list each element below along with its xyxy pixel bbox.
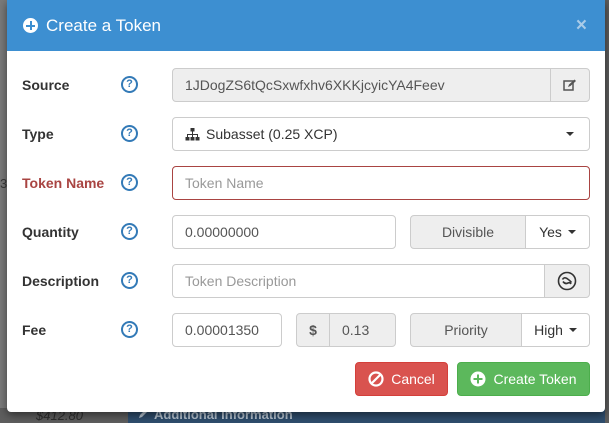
divisible-label: Divisible	[410, 215, 526, 249]
ban-icon	[368, 371, 384, 387]
divisible-dropdown[interactable]: Yes	[525, 215, 590, 249]
source-value: 1JDogZS6tQcSxwfxhv6XKKjcyicYA4Feev	[185, 77, 445, 93]
token-name-input[interactable]: Token Name	[172, 166, 590, 200]
divisible-value: Yes	[539, 224, 562, 240]
question-circle-icon[interactable]: ?	[121, 321, 138, 338]
quantity-input[interactable]: 0.00000000	[172, 215, 396, 249]
quantity-label: Quantity	[22, 224, 79, 240]
chevron-down-icon	[566, 132, 574, 136]
fee-usd-value: 0.13	[342, 322, 370, 338]
create-token-modal: Create a Token × Source ? 1JDogZS6tQcSxw…	[7, 0, 605, 412]
background-strip	[605, 0, 609, 423]
type-value: Subasset (0.25 XCP)	[206, 126, 338, 142]
modal-title: Create a Token	[46, 15, 161, 35]
priority-dropdown[interactable]: High	[521, 313, 590, 347]
fee-row: Fee ? 0.00001350 $ 0.13 Priority High	[7, 313, 605, 347]
token-name-placeholder: Token Name	[185, 175, 264, 191]
link-icon	[557, 271, 577, 291]
type-select[interactable]: Subasset (0.25 XCP)	[172, 117, 590, 151]
cancel-button[interactable]: Cancel	[355, 362, 448, 396]
create-token-label: Create Token	[493, 371, 577, 387]
chevron-down-icon	[568, 328, 577, 332]
question-circle-icon[interactable]: ?	[121, 174, 138, 191]
description-link-button[interactable]	[544, 264, 590, 298]
priority-label: Priority	[410, 313, 522, 347]
priority-value: High	[534, 322, 563, 338]
plus-circle-icon	[470, 371, 486, 387]
description-label: Description	[22, 273, 100, 289]
fee-label: Fee	[22, 322, 47, 338]
dollar-icon: $	[296, 313, 330, 347]
close-button[interactable]: ×	[576, 16, 587, 35]
source-edit-button[interactable]	[550, 68, 590, 102]
type-label: Type	[22, 126, 54, 142]
question-circle-icon[interactable]: ?	[121, 272, 138, 289]
quantity-value: 0.00000000	[185, 224, 259, 240]
create-token-button[interactable]: Create Token	[457, 362, 590, 396]
cancel-label: Cancel	[391, 371, 435, 387]
chevron-down-icon	[567, 230, 576, 234]
question-circle-icon[interactable]: ?	[121, 76, 138, 93]
source-field[interactable]: 1JDogZS6tQcSxwfxhv6XKKjcyicYA4Feev	[172, 68, 551, 102]
token-name-row: Token Name ? Token Name	[7, 166, 605, 200]
modal-header: Create a Token ×	[7, 0, 605, 51]
quantity-row: Quantity ? 0.00000000 Divisible Yes	[7, 215, 605, 249]
fee-input[interactable]: 0.00001350	[172, 313, 282, 347]
question-circle-icon[interactable]: ?	[121, 125, 138, 142]
type-row: Type ? Subasset (0.25 XCP)	[7, 117, 605, 151]
sitemap-icon	[185, 127, 200, 140]
fee-usd-field: 0.13	[329, 313, 396, 347]
description-input[interactable]: Token Description	[172, 264, 545, 298]
edit-icon	[563, 79, 576, 91]
question-circle-icon[interactable]: ?	[121, 223, 138, 240]
description-row: Description ? Token Description	[7, 264, 605, 298]
source-row: Source ? 1JDogZS6tQcSxwfxhv6XKKjcyicYA4F…	[7, 68, 605, 102]
plus-circle-icon	[23, 18, 38, 33]
token-name-label: Token Name	[22, 175, 105, 191]
source-label: Source	[22, 77, 70, 93]
fee-value: 0.00001350	[185, 322, 259, 338]
description-placeholder: Token Description	[185, 273, 297, 289]
